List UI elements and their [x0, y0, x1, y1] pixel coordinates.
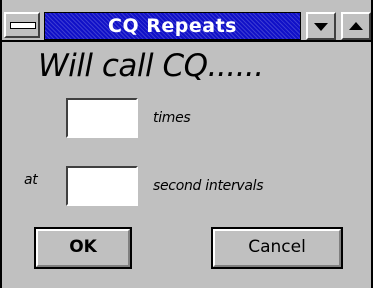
title-bar: CQ Repeats	[2, 0, 373, 42]
at-label: at	[24, 172, 38, 188]
cq-repeats-dialog: CQ Repeats Will call CQ...... times at s…	[0, 0, 373, 288]
minimize-button[interactable]	[306, 12, 336, 40]
system-menu-bar-icon	[10, 22, 36, 29]
maximize-button[interactable]	[341, 12, 371, 40]
system-menu-button[interactable]	[4, 12, 40, 38]
times-label: times	[153, 110, 191, 126]
triangle-up-icon	[349, 22, 363, 30]
dialog-heading: Will call CQ......	[38, 48, 264, 84]
triangle-down-icon	[314, 23, 328, 31]
ok-button-label: OK	[69, 237, 97, 257]
cancel-button[interactable]: Cancel	[211, 227, 343, 269]
interval-input[interactable]	[66, 166, 138, 206]
window-title: CQ Repeats	[44, 12, 301, 40]
times-input[interactable]	[66, 98, 138, 138]
interval-label: second intervals	[153, 178, 264, 194]
ok-button[interactable]: OK	[34, 227, 132, 269]
cancel-button-label: Cancel	[248, 237, 306, 257]
